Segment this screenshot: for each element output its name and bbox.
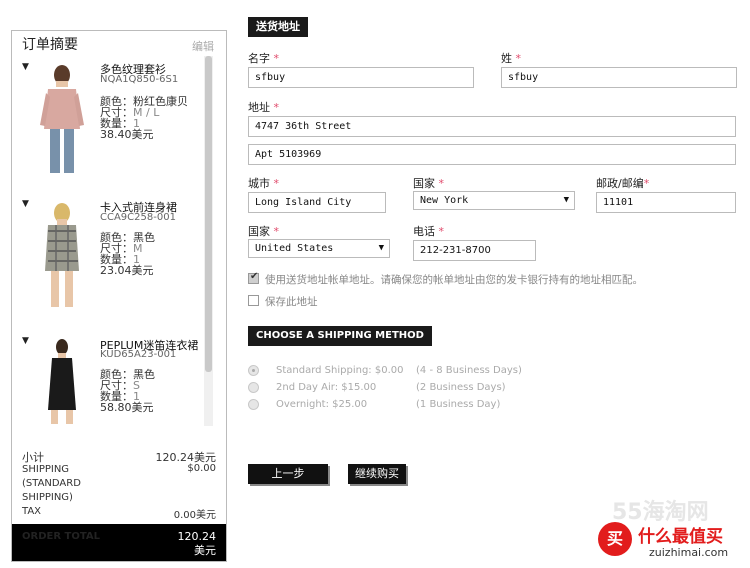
state-value: New York — [420, 195, 469, 206]
shipping-label-line: SHIPPING — [22, 464, 70, 475]
billing-same-label: 使用送货地址帐单地址。请确保您的帐单地址由您的发卡银行持有的地址相匹配。 — [265, 274, 643, 286]
required-mark: * — [273, 177, 280, 190]
first-name-label-text: 名字 — [248, 52, 270, 65]
brand-logo-icon: 买 — [598, 522, 632, 556]
item-sku: CCA9C258-001 — [100, 212, 176, 223]
zip-label: 邮政/邮编* — [596, 175, 649, 191]
order-total-bar: ORDER TOTAL 120.24 美元 — [12, 524, 226, 561]
address-label: 地址 * — [248, 99, 279, 115]
tax-label: TAX — [22, 506, 42, 517]
product-image — [36, 63, 88, 177]
shipping-option-radio[interactable] — [248, 382, 259, 393]
shipping-option-days: (4 - 8 Business Days) — [416, 365, 522, 376]
product-image — [36, 201, 88, 311]
first-name-field[interactable]: sfbuy — [248, 67, 474, 88]
state-label: 国家 * — [413, 175, 444, 191]
state-select[interactable]: New York ▼ — [413, 191, 575, 210]
item-price: 58.80美元 — [100, 401, 154, 414]
shipping-option-radio[interactable] — [248, 365, 259, 376]
product-image — [36, 338, 88, 424]
item-sku: KUD65A23-001 — [100, 349, 177, 360]
zip-field[interactable]: 11101 — [596, 192, 736, 213]
collapse-arrow-icon[interactable]: ▼ — [22, 336, 29, 346]
required-mark: * — [643, 177, 650, 190]
continue-button[interactable]: 继续购买 — [348, 464, 406, 484]
billing-same-checkbox[interactable] — [248, 271, 259, 284]
zip-label-text: 邮政/邮编 — [596, 177, 644, 190]
summary-scroll-thumb[interactable] — [205, 56, 212, 372]
shipping-option-days: (2 Business Days) — [416, 382, 506, 393]
order-total-value: 120.24 美元 — [156, 530, 217, 558]
required-mark: * — [273, 52, 280, 65]
item-price: 38.40美元 — [100, 128, 154, 141]
required-mark: * — [273, 101, 280, 114]
tax-value: 0.00美元 — [173, 510, 216, 521]
order-item: ▼ PEPLUM迷笛连衣裙 KUD65A23-001 颜色：黑色 尺寸：S 数量… — [12, 334, 202, 434]
country-select[interactable]: United States ▼ — [248, 239, 390, 258]
collapse-arrow-icon[interactable]: ▼ — [22, 199, 29, 209]
order-summary-panel: 订单摘要 编辑 ▼ 多色纹理套衫 NQA1Q850-6S1 颜色：粉红色康贝 尺… — [11, 30, 227, 562]
item-details: 颜色：粉红色康贝 尺寸：M / L 数量：1 38.40美元 — [100, 96, 188, 140]
required-mark: * — [438, 225, 445, 238]
address-line2-field[interactable]: Apt 5103969 — [248, 144, 736, 165]
state-label-text: 国家 — [413, 177, 435, 190]
order-item: ▼ 多色纹理套衫 NQA1Q850-6S1 颜色：粉红色康贝 尺寸：M / L … — [12, 59, 202, 189]
shipping-method-header: CHOOSE A SHIPPING METHOD — [248, 326, 432, 346]
shipping-label-line: SHIPPING) — [22, 492, 73, 503]
item-details: 颜色：黑色 尺寸：M 数量：1 23.04美元 — [100, 232, 155, 276]
order-total-amount: 120.24 — [177, 530, 217, 543]
order-total-currency: 美元 — [194, 544, 216, 557]
brand-name: 什么最值买 — [638, 527, 723, 547]
order-total-label: ORDER TOTAL — [22, 531, 100, 542]
item-price: 23.04美元 — [100, 264, 154, 277]
item-details: 颜色：黑色 尺寸：S 数量：1 58.80美元 — [100, 369, 155, 413]
edit-link[interactable]: 编辑 — [192, 38, 214, 54]
brand-url: zuizhimai.com — [649, 546, 729, 559]
country-label: 国家 * — [248, 223, 279, 239]
dropdown-arrow-icon: ▼ — [563, 195, 569, 205]
order-item: ▼ 卡入式前连身裙 CCA9C258-001 颜色：黑色 尺寸：M 数量：1 2… — [12, 197, 202, 327]
address-line1-field[interactable]: 4747 36th Street — [248, 116, 736, 137]
city-label: 城市 * — [248, 175, 279, 191]
city-field[interactable]: Long Island City — [248, 192, 386, 213]
shipping-option-label[interactable]: Standard Shipping: $0.00 — [276, 365, 403, 376]
dropdown-arrow-icon: ▼ — [378, 243, 384, 253]
shipping-address-header: 送货地址 — [248, 17, 308, 37]
phone-field[interactable]: 212-231-8700 — [413, 240, 536, 261]
shipping-label-line: (STANDARD — [22, 478, 81, 489]
back-button[interactable]: 上一步 — [248, 464, 328, 484]
shipping-option-label[interactable]: 2nd Day Air: $15.00 — [276, 382, 376, 393]
required-mark: * — [515, 52, 522, 65]
order-summary-title: 订单摘要 — [22, 37, 78, 53]
address-label-text: 地址 — [248, 101, 270, 114]
shipping-option-label[interactable]: Overnight: $25.00 — [276, 399, 367, 410]
first-name-label: 名字 * — [248, 50, 279, 66]
save-address-label: 保存此地址 — [265, 296, 318, 308]
shipping-option-days: (1 Business Day) — [416, 399, 501, 410]
last-name-field[interactable]: sfbuy — [501, 67, 737, 88]
city-label-text: 城市 — [248, 177, 270, 190]
last-name-label-text: 姓 — [501, 52, 512, 65]
save-address-checkbox[interactable] — [248, 295, 259, 306]
required-mark: * — [273, 225, 280, 238]
phone-label: 电话 * — [413, 223, 444, 239]
shipping-option-radio[interactable] — [248, 399, 259, 410]
country-label-text: 国家 — [248, 225, 270, 238]
phone-label-text: 电话 — [413, 225, 435, 238]
shipping-value: $0.00 — [187, 463, 216, 474]
last-name-label: 姓 * — [501, 50, 521, 66]
collapse-arrow-icon[interactable]: ▼ — [22, 62, 29, 72]
shipping-label: SHIPPING (STANDARD SHIPPING) — [22, 463, 81, 505]
country-value: United States — [255, 243, 334, 254]
item-sku: NQA1Q850-6S1 — [100, 74, 179, 85]
required-mark: * — [438, 177, 445, 190]
